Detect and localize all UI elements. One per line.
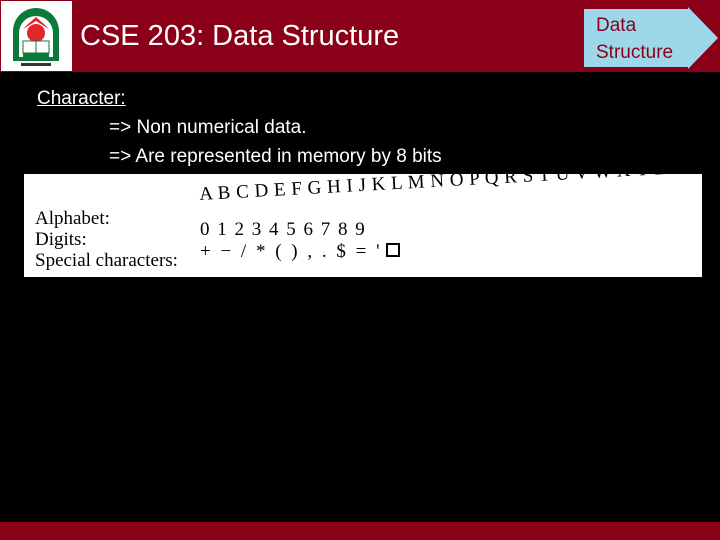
special-characters: + − / * ( ) , . $ = ' (200, 241, 380, 262)
bullet-item: => Non numerical data. (109, 117, 307, 138)
digits-label: Digits: (35, 229, 87, 250)
alphabet-label: Alphabet: (35, 208, 110, 229)
badge-line-1: Data (596, 15, 637, 36)
section-heading: Character: (37, 88, 126, 109)
slide-footer-bar (0, 522, 720, 540)
digits-row: 0 1 2 3 4 5 6 7 8 9 (200, 219, 365, 240)
topic-badge: Data Structure (584, 7, 720, 69)
slide-header: CSE 203: Data Structure Data Structure (0, 0, 720, 72)
emblem-icon (13, 8, 59, 66)
bullet-item: => Are represented in memory by 8 bits (109, 146, 442, 167)
university-logo (1, 1, 72, 71)
slide-content: Character: => Non numerical data. => Are… (37, 84, 442, 171)
badge-line-2: Structure (596, 42, 674, 63)
alphabet-row: A B C D E F G H I J K L M N O P Q R S T … (198, 174, 668, 206)
special-label: Special characters: (35, 250, 178, 271)
blank-box-icon (385, 242, 400, 257)
character-set-figure: Alphabet: Digits: Special characters: A … (24, 174, 702, 277)
special-row: + − / * ( ) , . $ = ' (200, 241, 400, 263)
page-title: CSE 203: Data Structure (80, 20, 400, 52)
